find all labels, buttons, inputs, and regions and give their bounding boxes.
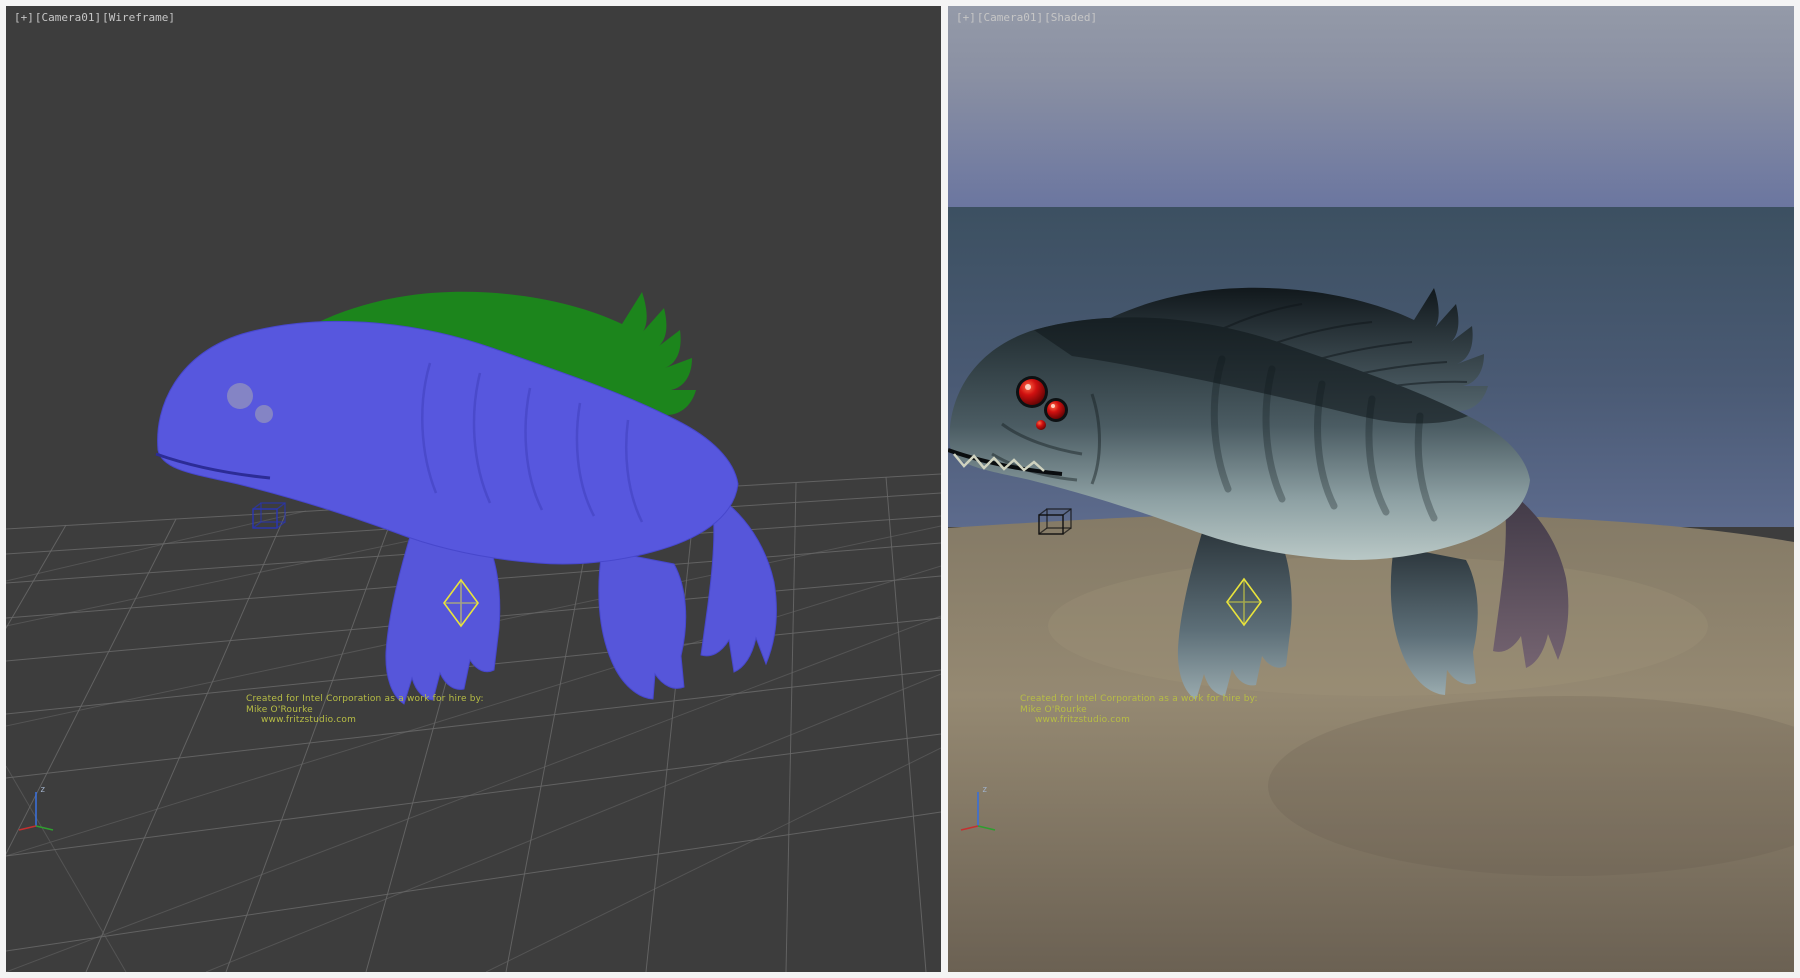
viewport-menu-button[interactable]: [+] xyxy=(956,11,976,24)
credit-line: Mike O'Rourke xyxy=(246,705,484,716)
credit-line: Mike O'Rourke xyxy=(1020,705,1258,716)
fish-eye xyxy=(255,405,273,423)
eye-highlight xyxy=(1025,384,1031,390)
world-axis-tripod-icon: z xyxy=(958,780,1004,832)
camera-menu-button[interactable]: [Camera01] xyxy=(977,11,1043,24)
viewport-label: [+][Camera01][Wireframe] xyxy=(14,11,176,24)
viewport-shaded[interactable]: [+][Camera01][Shaded] xyxy=(948,6,1794,972)
fish-eye xyxy=(227,383,253,409)
credit-line: www.fritzstudio.com xyxy=(1020,715,1258,726)
sky-background xyxy=(948,6,1794,207)
dual-viewport-stage: [+][Camera01][Wireframe] xyxy=(0,0,1800,978)
box-helper-gizmo[interactable] xyxy=(1036,506,1076,540)
fish-model-wireframe[interactable] xyxy=(150,278,790,708)
credit-line: Created for Intel Corporation as a work … xyxy=(246,694,484,705)
axis-z-label: z xyxy=(982,785,987,795)
eye-highlight xyxy=(1051,404,1055,408)
shading-menu-button[interactable]: [Shaded] xyxy=(1044,11,1097,24)
viewport-wireframe[interactable]: [+][Camera01][Wireframe] xyxy=(6,6,941,972)
viewport-label: [+][Camera01][Shaded] xyxy=(956,11,1098,24)
fish-eye-red xyxy=(1047,401,1065,419)
box-helper-gizmo[interactable] xyxy=(250,500,290,534)
world-axis-tripod-icon: z xyxy=(16,780,62,832)
fish-model-shaded[interactable] xyxy=(948,274,1582,704)
fish-eye-red xyxy=(1019,379,1045,405)
axis-z-label: z xyxy=(40,785,45,795)
scene-credit-text: Created for Intel Corporation as a work … xyxy=(1020,694,1258,726)
point-helper-gizmo[interactable] xyxy=(1221,575,1267,629)
scene-credit-text: Created for Intel Corporation as a work … xyxy=(246,694,484,726)
credit-line: www.fritzstudio.com xyxy=(246,715,484,726)
viewport-menu-button[interactable]: [+] xyxy=(14,11,34,24)
point-helper-gizmo[interactable] xyxy=(438,576,484,630)
fish-eye-red xyxy=(1036,420,1046,430)
camera-menu-button[interactable]: [Camera01] xyxy=(35,11,101,24)
credit-line: Created for Intel Corporation as a work … xyxy=(1020,694,1258,705)
shading-menu-button[interactable]: [Wireframe] xyxy=(102,11,175,24)
